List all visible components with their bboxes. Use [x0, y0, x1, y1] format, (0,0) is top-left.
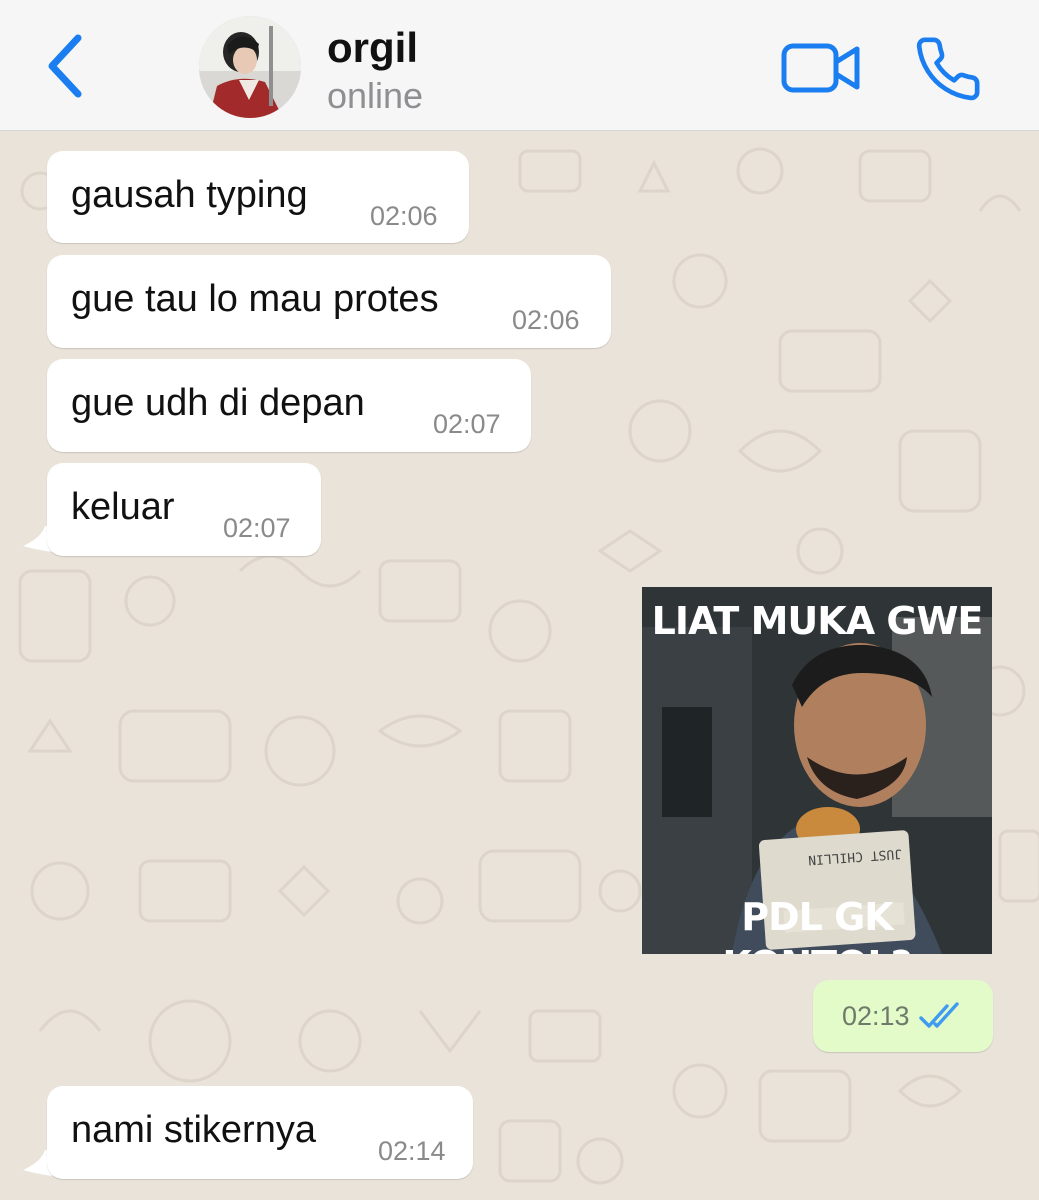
outgoing-message-meta[interactable]: 02:13: [813, 980, 993, 1052]
message-time: 02:07: [433, 409, 501, 439]
incoming-message[interactable]: gue tau lo mau protes 02:06: [47, 255, 611, 348]
message-time: 02:13: [842, 1001, 910, 1031]
incoming-message[interactable]: gue udh di depan 02:07: [47, 359, 531, 452]
double-check-read-icon: [919, 1002, 959, 1028]
voice-call-button[interactable]: [912, 34, 984, 104]
message-text: gue udh di depan: [71, 382, 365, 424]
message-text: gausah typing: [71, 174, 308, 216]
contact-status: online: [327, 75, 424, 116]
incoming-message[interactable]: gausah typing 02:06: [47, 151, 469, 243]
message-time: 02:06: [370, 201, 438, 231]
message-text: keluar: [71, 486, 175, 528]
back-button[interactable]: [36, 30, 96, 100]
contact-name[interactable]: orgil: [327, 24, 418, 72]
message-text: nami stikernya: [71, 1109, 316, 1151]
sticker-image[interactable]: LIAT MUKA GWE JUST CHILLIN PDL GK KONTOL…: [642, 587, 992, 954]
chevron-left-icon: [48, 34, 82, 98]
sticker-top-caption: LIAT MUKA GWE: [651, 599, 984, 643]
message-text: gue tau lo mau protes: [71, 278, 439, 320]
video-call-button[interactable]: [780, 40, 862, 96]
incoming-message[interactable]: keluar 02:07: [47, 463, 321, 556]
message-time: 02:06: [512, 305, 580, 335]
message-time: 02:14: [378, 1136, 446, 1166]
avatar[interactable]: [199, 16, 301, 118]
message-time: 02:07: [223, 513, 291, 543]
sticker-bottom-caption: PDL GK KONTOL?: [722, 895, 912, 954]
avatar-photo: [199, 16, 301, 118]
chat-header: orgil online: [0, 0, 1039, 131]
video-camera-icon: [781, 43, 860, 93]
incoming-message[interactable]: nami stikernya 02:14: [47, 1086, 473, 1179]
phone-icon: [916, 37, 980, 101]
chat-area[interactable]: gausah typing 02:06 gue tau lo mau prote…: [0, 131, 1039, 1200]
